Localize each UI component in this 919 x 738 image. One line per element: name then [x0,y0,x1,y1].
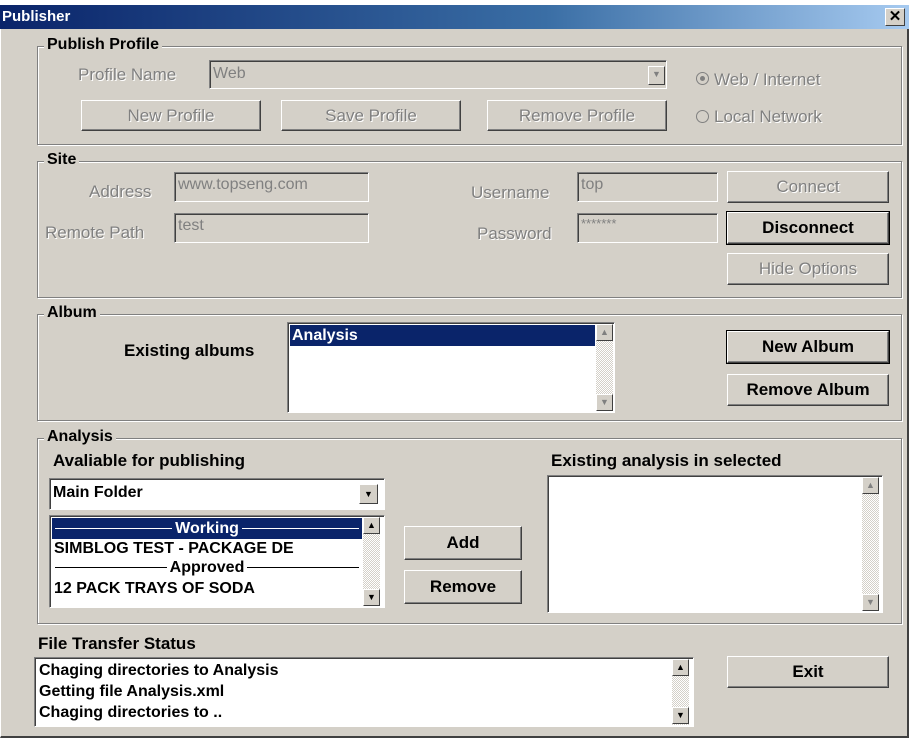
radio-web-internet-label: Web / Internet [714,70,821,89]
remove-button[interactable]: Remove [404,570,522,604]
add-button[interactable]: Add [404,526,522,560]
existing-analysis-scrollbar[interactable] [862,477,879,611]
available-listbox[interactable]: Working SIMBLOG TEST - PACKAGE DE Approv… [49,515,385,608]
remove-album-button[interactable]: Remove Album [727,374,889,406]
title-bar: Publisher ✕ [0,5,909,29]
profile-name-value: Web [213,65,246,82]
remote-path-label: Remote Path [45,223,145,242]
list-item-simblog[interactable]: SIMBLOG TEST - PACKAGE DE [54,538,364,559]
username-label: Username [471,183,550,202]
log-line: Chaging directories to .. [39,704,223,721]
address-label: Address [89,182,152,201]
file-transfer-status-label: File Transfer Status [38,634,196,653]
album-legend: Album [44,304,100,322]
profile-name-label: Profile Name [78,65,177,84]
radio-local-network-label: Local Network [714,107,822,126]
radio-selected-dot [700,76,705,81]
publish-profile-legend: Publish Profile [44,36,163,54]
scroll-down-arrow-icon[interactable]: ▼ [363,589,380,606]
list-item-working[interactable]: Working [52,518,362,539]
close-icon: ✕ [888,8,902,25]
list-item-12-pack[interactable]: 12 PACK TRAYS OF SODA [54,578,364,599]
radio-local-network[interactable] [696,110,709,123]
chevron-down-icon[interactable]: ▼ [648,66,665,85]
scroll-down-arrow-icon[interactable]: ▼ [596,394,613,411]
address-field[interactable]: www.topseng.com [174,172,369,202]
new-album-button[interactable]: New Album [726,330,890,364]
transfer-log[interactable]: Chaging directories to Analysis Getting … [34,657,694,727]
scroll-up-arrow-icon[interactable]: ▲ [672,659,689,676]
connect-button[interactable]: Connect [727,171,889,203]
profile-name-combo[interactable]: Web [209,60,667,89]
disconnect-button[interactable]: Disconnect [726,211,890,245]
album-item-analysis[interactable]: Analysis [290,325,595,346]
scroll-down-arrow-icon[interactable]: ▼ [672,707,689,724]
log-line: Chaging directories to Analysis [39,662,279,679]
chevron-down-icon[interactable]: ▼ [359,484,378,504]
window-title: Publisher [2,8,71,25]
analysis-legend: Analysis [44,428,116,446]
exit-button[interactable]: Exit [727,656,889,688]
existing-albums-label: Existing albums [124,341,255,360]
albums-listbox[interactable]: Analysis [287,322,615,413]
scroll-up-arrow-icon[interactable]: ▲ [363,517,380,534]
new-profile-button[interactable]: New Profile [81,100,261,131]
existing-analysis-label: Existing analysis in selected [551,451,782,470]
radio-web-internet[interactable] [696,72,709,85]
list-item-approved[interactable]: Approved [52,557,362,578]
scroll-up-arrow-icon[interactable]: ▲ [596,324,613,341]
password-field[interactable]: ******* [577,213,718,243]
hide-options-button[interactable]: Hide Options [727,253,889,285]
scroll-up-arrow-icon[interactable]: ▲ [862,477,879,494]
scroll-down-arrow-icon[interactable]: ▼ [862,594,879,611]
existing-analysis-listbox[interactable] [547,475,883,613]
save-profile-button[interactable]: Save Profile [281,100,461,131]
remote-path-field[interactable]: test [174,213,369,243]
username-field[interactable]: top [577,172,718,202]
available-for-publishing-label: Avaliable for publishing [53,451,246,470]
site-legend: Site [44,151,80,169]
close-button[interactable]: ✕ [885,8,905,26]
remove-profile-button[interactable]: Remove Profile [487,100,667,131]
password-label: Password [477,224,552,243]
log-line: Getting file Analysis.xml [39,683,225,700]
folder-select[interactable]: Main Folder [49,478,385,510]
